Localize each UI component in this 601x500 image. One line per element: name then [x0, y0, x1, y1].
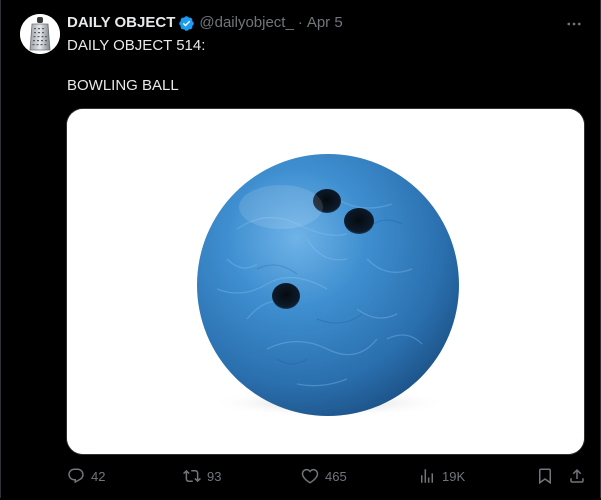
views-chart-icon — [421, 469, 433, 483]
share-upload-icon — [570, 468, 584, 483]
more-horizontal-icon — [567, 22, 581, 26]
avatar[interactable] — [20, 14, 60, 54]
like-button[interactable]: 465 — [301, 465, 347, 487]
bookmark-icon — [539, 468, 551, 485]
heart-icon — [301, 468, 319, 484]
like-count: 465 — [325, 468, 347, 484]
tweet-media-image[interactable] — [67, 109, 584, 454]
reply-button[interactable]: 42 — [67, 465, 105, 487]
tweet-actions-bar: 42 93 465 19K — [67, 465, 587, 487]
tweet[interactable]: DAILY OBJECT @dailyobject_ · Apr 5 DAILY… — [0, 0, 601, 500]
post-date[interactable]: Apr 5 — [307, 13, 343, 33]
bowling-ball-image — [67, 109, 584, 454]
cheese-grater-icon — [20, 14, 60, 54]
display-name[interactable]: DAILY OBJECT — [67, 13, 175, 33]
tweet-header: DAILY OBJECT @dailyobject_ · Apr 5 — [67, 13, 343, 33]
share-button[interactable] — [568, 465, 586, 487]
tweet-text-line-1: DAILY OBJECT 514: — [67, 37, 206, 54]
reply-count: 42 — [91, 468, 106, 484]
repost-count: 93 — [207, 468, 222, 484]
user-handle[interactable]: @dailyobject_ — [199, 13, 293, 33]
verified-badge-icon — [178, 15, 195, 32]
views-count: 19K — [442, 468, 466, 484]
tweet-text-line-2: BOWLING BALL — [67, 77, 179, 94]
views-button[interactable]: 19K — [418, 465, 465, 487]
repost-icon — [183, 469, 201, 483]
separator-dot: · — [297, 14, 303, 31]
bookmark-button[interactable] — [536, 465, 554, 487]
reply-icon — [68, 468, 84, 484]
more-options-button[interactable] — [564, 14, 584, 34]
repost-button[interactable]: 93 — [183, 465, 221, 487]
